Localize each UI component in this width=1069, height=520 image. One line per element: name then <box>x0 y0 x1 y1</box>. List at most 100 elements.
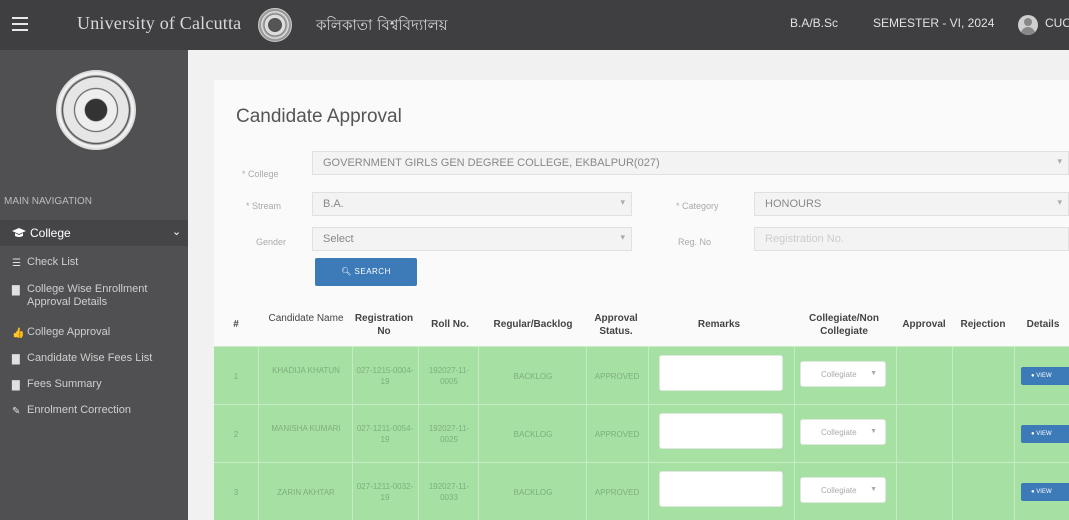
collegiate-select-value: Collegiate <box>821 428 857 437</box>
stream-select[interactable]: B.A. ▾ <box>312 192 632 216</box>
th-remarks: Remarks <box>697 319 741 330</box>
caret-down-icon: ▼ <box>870 428 877 435</box>
category-label: * Category <box>676 201 719 211</box>
sidebar-item-label: Check List <box>27 256 79 268</box>
th-candidate-name: Candidate Name <box>268 313 344 324</box>
th-approval-status: Approval Status. <box>594 313 638 337</box>
collegiate-select-value: Collegiate <box>821 370 857 379</box>
caret-down-icon: ▼ <box>870 486 877 493</box>
sidebar-item-label: College Approval <box>27 326 111 338</box>
row-roll-no: 192027-11-0005 <box>428 366 470 386</box>
gender-select[interactable]: Select ▾ <box>312 227 632 251</box>
collegiate-select[interactable]: Collegiate ▼ <box>800 361 886 387</box>
view-button-label: VIEW <box>1036 489 1052 495</box>
th-index: # <box>233 319 239 330</box>
table-row: 1 KHADIJA KHATUN 027-1215-0004-19 192027… <box>214 346 1069 405</box>
sidebar-item-label: Enrolment Correction <box>27 404 131 416</box>
college-select[interactable]: GOVERNMENT GIRLS GEN DEGREE COLLEGE, EKB… <box>312 151 1069 175</box>
table-row: 2 MANISHA KUMARI 027-1211-0054-19 192027… <box>214 404 1069 463</box>
main-navigation-header: MAIN NAVIGATION <box>4 196 92 207</box>
view-button-label: VIEW <box>1036 431 1052 437</box>
user-name[interactable]: CUO <box>1045 16 1069 30</box>
edit-icon: ✎ <box>12 406 21 417</box>
th-details: Details <box>1026 319 1060 330</box>
university-logo <box>258 8 292 42</box>
search-button-label: SEARCH <box>354 267 391 276</box>
file-icon: ▇ <box>12 285 20 296</box>
caret-down-icon: ▾ <box>620 197 625 207</box>
th-roll-no: Roll No. <box>431 319 469 330</box>
row-candidate-name: ZARIN AKHTAR <box>277 488 335 497</box>
page-title: Candidate Approval <box>236 106 402 127</box>
row-roll-no: 192027-11-0025 <box>428 424 470 444</box>
college-select-value: GOVERNMENT GIRLS GEN DEGREE COLLEGE, EKB… <box>323 157 660 169</box>
caret-down-icon: ▾ <box>620 232 625 242</box>
view-button[interactable]: ● VIEW <box>1021 483 1069 501</box>
user-avatar-icon[interactable] <box>1018 15 1038 35</box>
sidebar: MAIN NAVIGATION College ⌄ ☰ Check List ▇… <box>0 50 188 520</box>
sidebar-item-label: Candidate Wise Fees List <box>27 352 153 364</box>
caret-down-icon: ▾ <box>1057 197 1062 207</box>
collegiate-select-value: Collegiate <box>821 486 857 495</box>
regno-label: Reg. No <box>678 237 712 247</box>
th-collegiate: Collegiate/Non Collegiate <box>808 313 879 337</box>
sidebar-item-label: College Wise Enrollment Approval Details <box>27 283 148 308</box>
brand-title-bengali: কলিকাতা বিশ্ববিদ্যালয় <box>316 16 448 34</box>
table-row: 3 ZARIN AKHTAR 027-1211-0032-19 192027-1… <box>214 462 1069 520</box>
brand-title: University of Calcutta <box>77 13 242 33</box>
stream-select-value: B.A. <box>323 198 344 210</box>
remarks-textarea[interactable] <box>659 471 783 507</box>
row-approval-status: APPROVED <box>594 430 640 439</box>
row-index: 1 <box>233 372 239 381</box>
collegiate-select[interactable]: Collegiate ▼ <box>800 419 886 445</box>
sidebar-item-label: Fees Summary <box>27 378 102 390</box>
search-button[interactable]: 🔍︎ SEARCH <box>315 258 417 286</box>
row-type: BACKLOG <box>513 372 553 381</box>
course-label: B.A/B.Sc <box>790 16 839 30</box>
caret-down-icon: ▼ <box>870 370 877 377</box>
th-registration-no: Registration No <box>354 313 414 337</box>
category-select-value: HONOURS <box>765 198 822 210</box>
collegiate-select[interactable]: Collegiate ▼ <box>800 477 886 503</box>
graduation-cap-icon <box>12 228 26 237</box>
regno-input[interactable]: Registration No. <box>754 227 1069 251</box>
approval-card: Candidate Approval * College GOVERNMENT … <box>214 80 1069 520</box>
sidebar-section-college[interactable]: College ⌄ <box>0 220 188 246</box>
th-regular-backlog: Regular/Backlog <box>493 319 573 330</box>
stream-label: * Stream <box>246 201 282 211</box>
gender-select-value: Select <box>323 233 354 245</box>
menu-toggle-icon[interactable] <box>12 17 28 31</box>
row-approval-status: APPROVED <box>594 488 640 497</box>
row-candidate-name: MANISHA KUMARI <box>271 424 341 433</box>
remarks-textarea[interactable] <box>659 413 783 449</box>
row-registration-no: 027-1211-0054-19 <box>356 424 414 444</box>
top-bar: University of Calcutta কলিকাতা বিশ্ববিদ্… <box>0 0 1069 50</box>
sidebar-section-label: College <box>30 226 71 240</box>
view-button[interactable]: ● VIEW <box>1021 425 1069 443</box>
row-candidate-name: KHADIJA KHATUN <box>272 366 340 375</box>
row-type: BACKLOG <box>513 488 553 497</box>
college-label: * College <box>242 169 279 179</box>
main-content: Candidate Approval * College GOVERNMENT … <box>188 50 1069 520</box>
row-type: BACKLOG <box>513 430 553 439</box>
row-index: 2 <box>233 430 239 439</box>
view-button[interactable]: ● VIEW <box>1021 367 1069 385</box>
view-button-label: VIEW <box>1036 373 1052 379</box>
chevron-down-icon: ⌄ <box>172 226 182 238</box>
semester-label: SEMESTER - VI, 2024 <box>873 16 995 30</box>
row-roll-no: 192027-11-0033 <box>428 482 470 502</box>
file-icon: ▇ <box>12 354 20 365</box>
list-icon: ☰ <box>12 258 21 269</box>
th-rejection: Rejection <box>960 319 1006 330</box>
row-registration-no: 027-1211-0032-19 <box>356 482 414 502</box>
regno-placeholder: Registration No. <box>765 233 844 245</box>
thumbs-up-icon: 👍 <box>12 328 25 339</box>
th-approval: Approval <box>902 319 946 330</box>
caret-down-icon: ▾ <box>1057 156 1062 166</box>
row-registration-no: 027-1215-0004-19 <box>356 366 414 386</box>
sidebar-logo <box>56 70 136 150</box>
gender-label: Gender <box>256 237 287 247</box>
remarks-textarea[interactable] <box>659 355 783 391</box>
category-select[interactable]: HONOURS ▾ <box>754 192 1069 216</box>
row-approval-status: APPROVED <box>594 372 640 381</box>
